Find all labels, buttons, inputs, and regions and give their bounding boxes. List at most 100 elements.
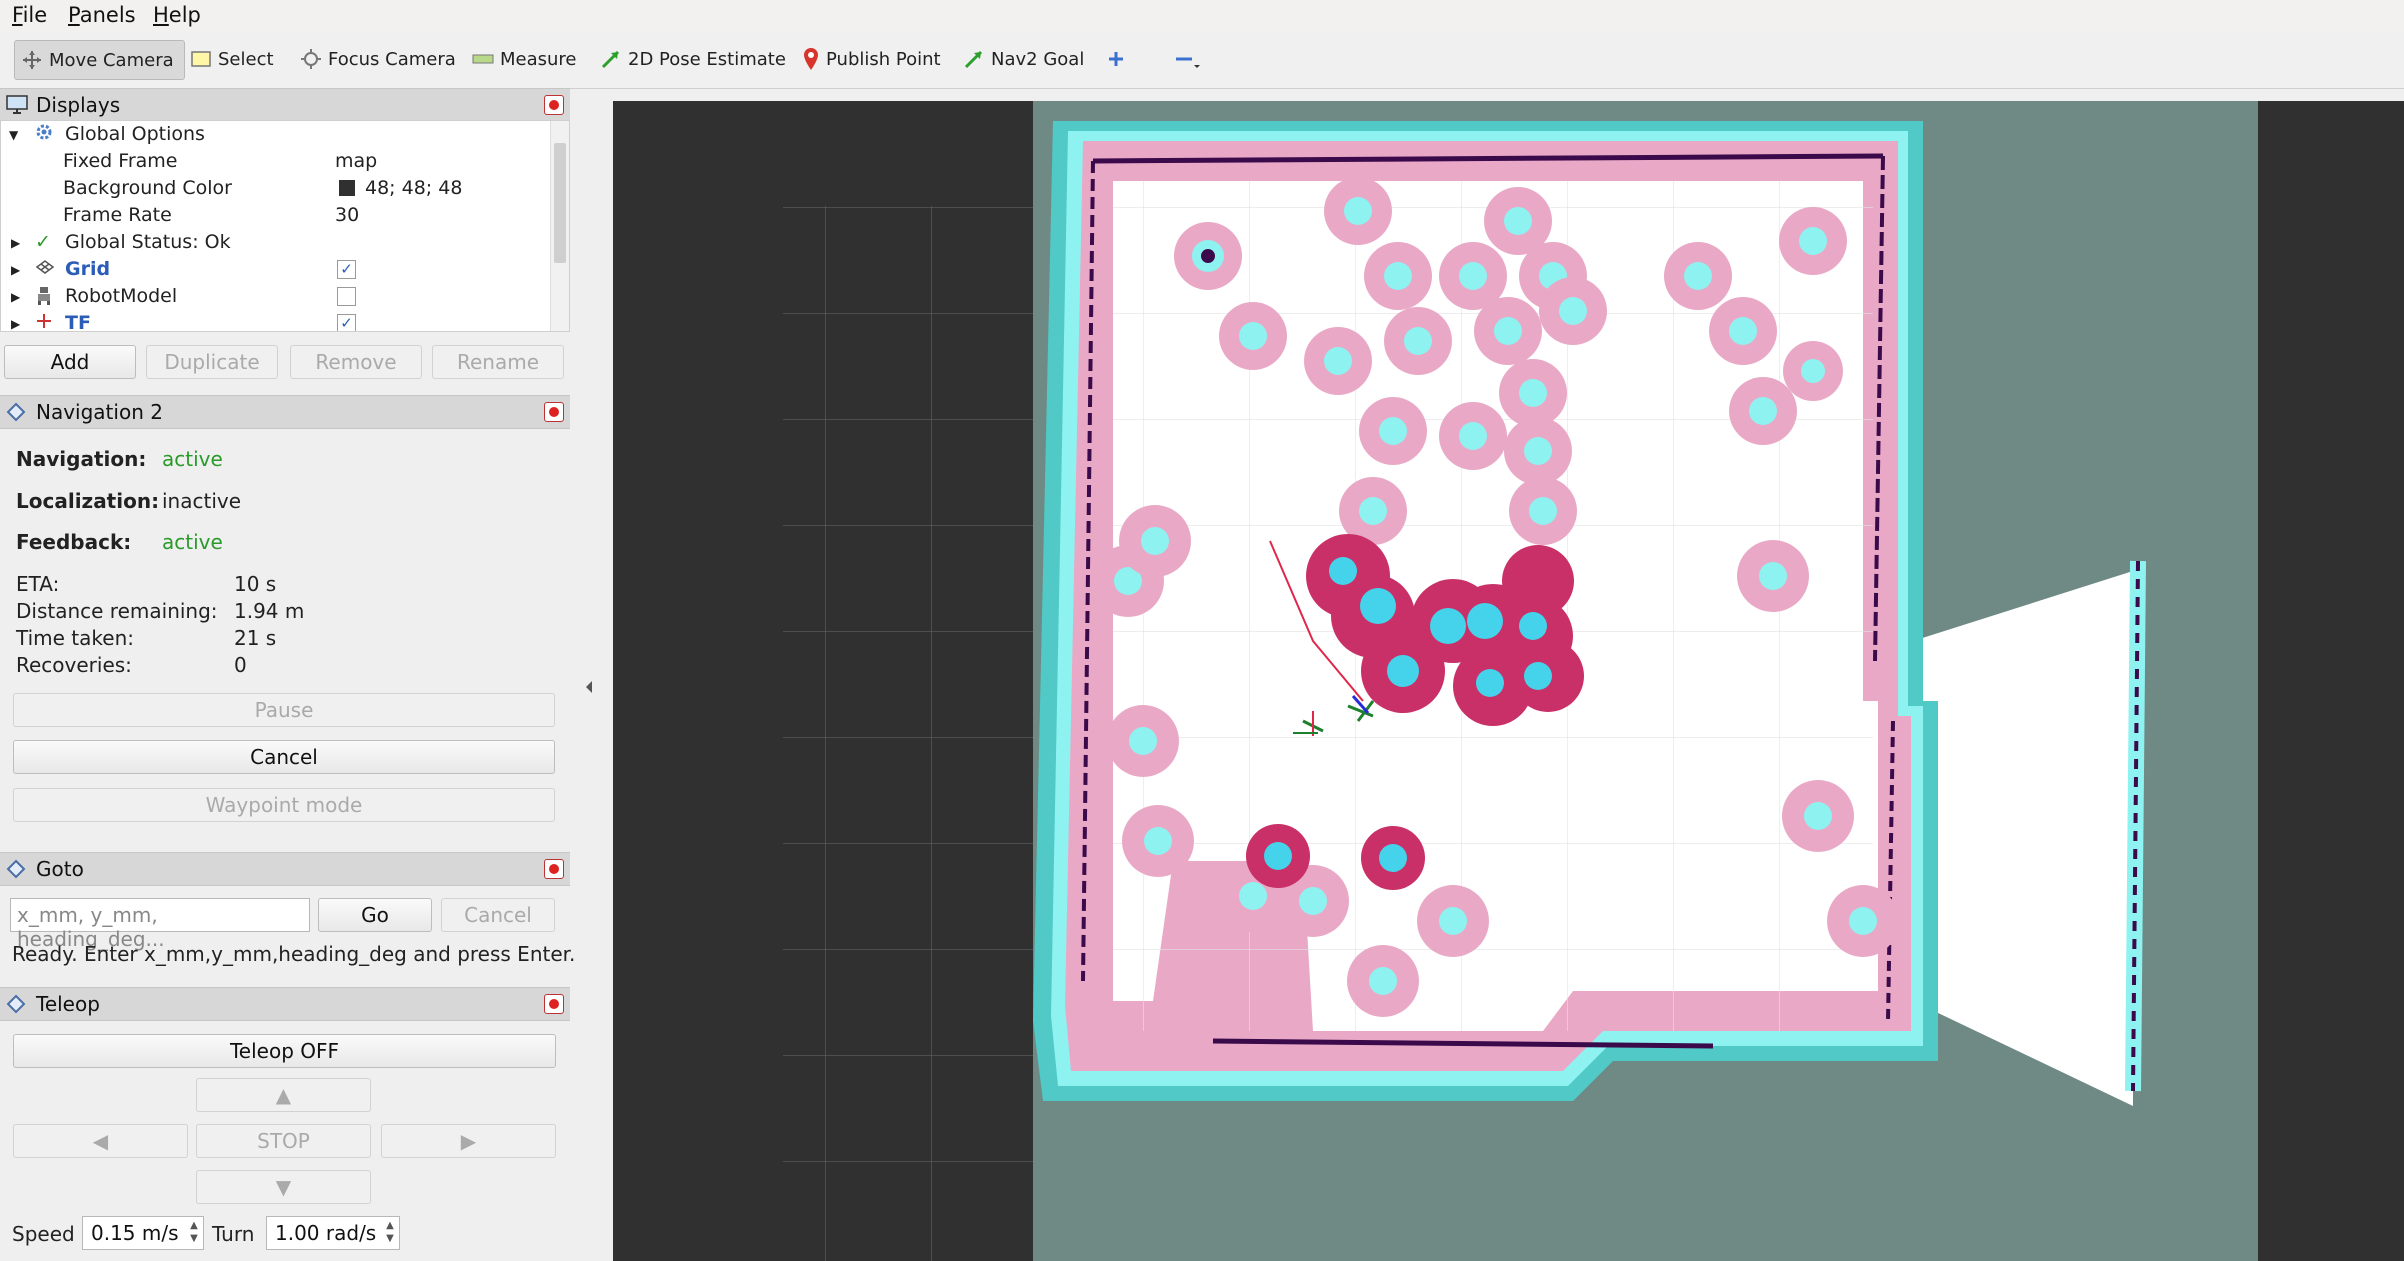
displays-title: Displays xyxy=(36,93,121,117)
teleop-left-button[interactable]: ◀ xyxy=(13,1124,188,1158)
move-camera-label: Move Camera xyxy=(49,49,174,71)
remove-tool-button[interactable] xyxy=(1174,40,1206,78)
grid-checkbox[interactable]: ✓ xyxy=(337,260,356,279)
panel-splitter[interactable] xyxy=(578,90,608,1261)
tree-row-grid[interactable]: ▶ Grid ✓ xyxy=(1,256,549,283)
collapse-arrow-icon[interactable]: ▶ xyxy=(11,263,20,277)
toolbar: Move Camera Select Focus Camera Measure … xyxy=(0,32,2404,89)
collapse-arrow-icon[interactable]: ▶ xyxy=(11,236,20,250)
rename-button[interactable]: Rename xyxy=(432,345,564,379)
navigation-status: active xyxy=(162,447,223,471)
map-render[interactable] xyxy=(613,101,2404,1261)
tree-label: Global Options xyxy=(65,123,205,145)
collapse-left-icon[interactable] xyxy=(584,680,594,694)
goto-title: Goto xyxy=(36,857,84,881)
navigation-label: Navigation: xyxy=(16,447,147,471)
grid-icon xyxy=(35,258,55,280)
goto-coordinates-input[interactable]: x_mm, y_mm, heading_deg... xyxy=(10,898,310,951)
robot-model-checkbox[interactable] xyxy=(337,287,356,306)
check-icon: ✓ xyxy=(35,231,51,253)
cancel-navigation-button[interactable]: Cancel xyxy=(13,740,555,774)
expand-arrow-icon[interactable]: ▼ xyxy=(9,128,18,142)
publish-point-tool[interactable]: Publish Point xyxy=(802,40,941,78)
measure-icon xyxy=(472,54,494,64)
time-taken-label: Time taken: xyxy=(16,626,134,650)
menu-panels[interactable]: Panels xyxy=(68,3,136,27)
displays-scrollbar[interactable] xyxy=(550,121,569,331)
recoveries-label: Recoveries: xyxy=(16,653,132,677)
tree-label: Background Color xyxy=(63,177,232,199)
teleop-right-button[interactable]: ▶ xyxy=(381,1124,556,1158)
tree-label: TF xyxy=(65,312,91,332)
tree-row-frame-rate[interactable]: Frame Rate 30 xyxy=(1,202,549,229)
select-icon xyxy=(191,51,211,67)
teleop-toggle-button[interactable]: Teleop OFF xyxy=(13,1034,556,1068)
pose-estimate-tool[interactable]: 2D Pose Estimate xyxy=(600,40,786,78)
pause-button[interactable]: Pause xyxy=(13,693,555,727)
recoveries-value: 0 xyxy=(234,653,247,677)
nav2-goal-icon xyxy=(964,50,983,69)
tree-label: RobotModel xyxy=(65,285,178,307)
robot-icon xyxy=(35,285,53,310)
teleop-stop-button[interactable]: STOP xyxy=(196,1124,371,1158)
gear-icon xyxy=(35,123,53,146)
measure-label: Measure xyxy=(500,48,577,70)
collapse-arrow-icon[interactable]: ▶ xyxy=(11,290,20,304)
goto-close-button[interactable] xyxy=(544,859,564,879)
select-tool[interactable]: Select xyxy=(190,40,274,78)
3d-viewport[interactable] xyxy=(613,101,2404,1261)
monitor-icon xyxy=(6,95,28,114)
spin-arrows-icon[interactable]: ▲ ▼ xyxy=(383,1219,397,1247)
menu-help[interactable]: Help xyxy=(153,3,201,27)
map-pin-icon xyxy=(804,48,818,70)
speed-value: 0.15 m/s xyxy=(91,1221,179,1245)
teleop-panel-header: Teleop xyxy=(0,987,570,1021)
add-display-button[interactable]: Add xyxy=(4,345,136,379)
move-camera-tool[interactable]: Move Camera xyxy=(14,40,185,80)
nav2-goal-tool[interactable]: Nav2 Goal xyxy=(963,40,1084,78)
teleop-forward-button[interactable]: ▲ xyxy=(196,1078,371,1112)
select-label: Select xyxy=(218,48,274,70)
tree-value[interactable]: 48; 48; 48 xyxy=(365,177,462,199)
duplicate-button[interactable]: Duplicate xyxy=(146,345,278,379)
waypoint-mode-button[interactable]: Waypoint mode xyxy=(13,788,555,822)
publish-point-label: Publish Point xyxy=(826,48,941,70)
tree-row-tf[interactable]: ▶ TF ✓ xyxy=(1,310,549,332)
focus-camera-tool[interactable]: Focus Camera xyxy=(300,40,456,78)
menu-bar: File Panels Help xyxy=(0,0,2404,33)
tree-row-background-color[interactable]: Background Color 48; 48; 48 xyxy=(1,175,549,202)
menu-file[interactable]: File xyxy=(12,3,47,27)
add-tool-button[interactable] xyxy=(1106,40,1132,78)
tree-label: Frame Rate xyxy=(63,204,172,226)
tf-checkbox[interactable]: ✓ xyxy=(337,314,356,331)
displays-close-button[interactable] xyxy=(544,95,564,115)
color-swatch[interactable] xyxy=(339,180,355,196)
localization-status: inactive xyxy=(162,489,242,513)
diamond-icon xyxy=(6,994,26,1014)
tree-value[interactable]: map xyxy=(335,150,377,172)
tree-row-global-options[interactable]: ▼ Global Options xyxy=(1,121,549,148)
teleop-close-button[interactable] xyxy=(544,994,564,1014)
measure-tool[interactable]: Measure xyxy=(472,40,577,78)
pose-estimate-label: 2D Pose Estimate xyxy=(628,48,786,70)
turn-value: 1.00 rad/s xyxy=(275,1221,377,1245)
tree-label: Fixed Frame xyxy=(63,150,178,172)
spin-arrows-icon[interactable]: ▲ ▼ xyxy=(187,1219,201,1247)
displays-tree: ▼ Global Options Fixed Frame map Backgro… xyxy=(0,120,570,332)
remove-button[interactable]: Remove xyxy=(290,345,422,379)
go-button[interactable]: Go xyxy=(318,898,432,932)
tree-row-fixed-frame[interactable]: Fixed Frame map xyxy=(1,148,549,175)
collapse-arrow-icon[interactable]: ▶ xyxy=(11,317,20,331)
navigation-panel-header: Navigation 2 xyxy=(0,395,570,429)
teleop-backward-button[interactable]: ▼ xyxy=(196,1170,371,1204)
tree-row-robot-model[interactable]: ▶ RobotModel xyxy=(1,283,549,310)
localization-label: Localization: xyxy=(16,489,160,513)
tree-value[interactable]: 30 xyxy=(335,204,359,226)
tree-row-global-status[interactable]: ▶ ✓ Global Status: Ok xyxy=(1,229,549,256)
speed-spinbox[interactable]: 0.15 m/s ▲ ▼ xyxy=(82,1216,204,1250)
nav2-goal-label: Nav2 Goal xyxy=(991,48,1085,70)
goto-cancel-button[interactable]: Cancel xyxy=(441,898,555,932)
goto-panel-header: Goto xyxy=(0,852,570,886)
turn-spinbox[interactable]: 1.00 rad/s ▲ ▼ xyxy=(266,1216,400,1250)
navigation-close-button[interactable] xyxy=(544,402,564,422)
